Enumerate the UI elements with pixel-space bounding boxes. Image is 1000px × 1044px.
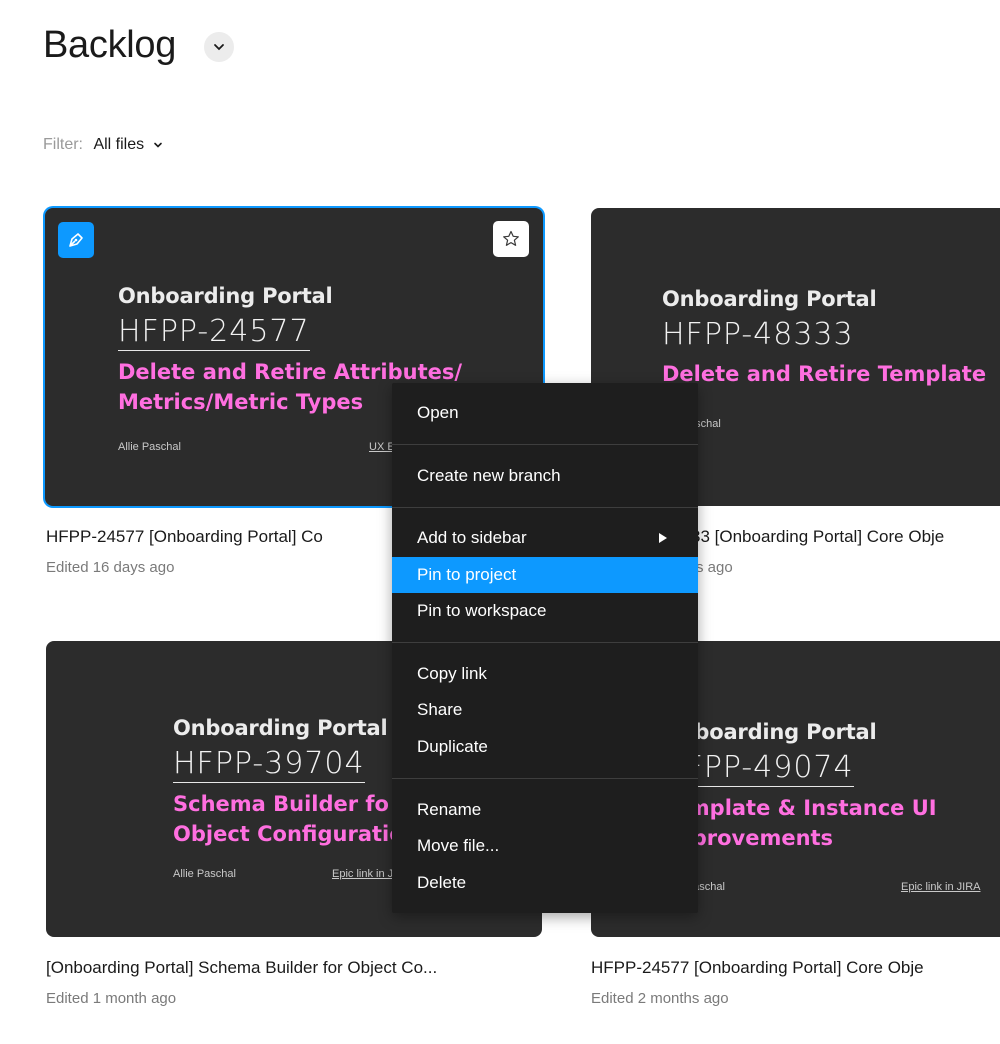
file-edited-time: Edited 16 days ago [46, 559, 175, 576]
thumbnail-description-line: Template & Instance UI [662, 796, 937, 820]
menu-item-rename[interactable]: Rename [392, 792, 698, 828]
menu-item-duplicate[interactable]: Duplicate [392, 729, 698, 765]
chevron-down-icon [214, 44, 224, 51]
thumbnail-link: Epic link in JIRA [901, 881, 981, 893]
thumbnail-ticket: HFPP-48333 [662, 317, 854, 352]
menu-item-pin-to-project[interactable]: Pin to project [392, 557, 698, 593]
thumbnail-author: Allie Paschal [173, 868, 236, 880]
thumbnail-link: UX E [369, 441, 395, 453]
thumbnail-description-line: Schema Builder fo [173, 792, 389, 816]
thumbnail-project: Onboarding Portal [173, 716, 388, 740]
menu-divider [392, 778, 698, 779]
filter-control[interactable]: Filter: All files [43, 136, 163, 154]
file-thumbnail: Onboarding Portal HFPP-48333 Delete and … [662, 287, 986, 389]
thumbnail-ticket: HFPP-39704 [173, 746, 365, 783]
thumbnail-description: Delete and Retire Template [662, 359, 986, 389]
thumbnail-description-line: Object Configuratio [173, 822, 404, 846]
file-edited-time: Edited 1 month ago [46, 990, 177, 1007]
menu-item-pin-to-workspace[interactable]: Pin to workspace [392, 593, 698, 629]
menu-divider [392, 444, 698, 445]
thumbnail-description-line: Improvements [662, 826, 834, 850]
triangle-right-icon [659, 533, 667, 543]
thumbnail-author: Allie Paschal [118, 441, 181, 453]
filter-value[interactable]: All files [93, 136, 144, 153]
thumbnail-description: Schema Builder fo Object Configuratio [173, 789, 404, 849]
file-type-badge [58, 222, 94, 258]
thumbnail-link: Epic link in J [332, 868, 394, 880]
file-name[interactable]: HFPP-24577 [Onboarding Portal] Co [46, 527, 323, 547]
menu-item-delete[interactable]: Delete [392, 865, 698, 901]
thumbnail-project: Onboarding Portal [662, 720, 877, 744]
file-thumbnail: Onboarding Portal HFPP-49074 Template & … [662, 720, 937, 853]
file-thumbnail: Onboarding Portal HFPP-39704 Schema Buil… [173, 716, 404, 849]
title-dropdown-button[interactable] [204, 32, 234, 62]
menu-item-move-file[interactable]: Move file... [392, 828, 698, 864]
page-title: Backlog [43, 24, 177, 66]
menu-item-copy-link[interactable]: Copy link [392, 656, 698, 692]
file-name[interactable]: HFPP-24577 [Onboarding Portal] Core Obje [591, 958, 924, 978]
thumbnail-project: Onboarding Portal [118, 284, 333, 308]
menu-item-open[interactable]: Open [392, 395, 698, 431]
menu-item-share[interactable]: Share [392, 692, 698, 728]
file-name[interactable]: 33 [Onboarding Portal] Core Obje [691, 527, 944, 547]
menu-divider [392, 507, 698, 508]
thumbnail-ticket: HFPP-24577 [118, 314, 310, 351]
thumbnail-project: Onboarding Portal [662, 287, 877, 311]
file-edited-time: s ago [696, 559, 733, 576]
pen-tool-icon [69, 233, 83, 247]
menu-item-label: Add to sidebar [417, 528, 527, 547]
thumbnail-description: Template & Instance UI Improvements [662, 793, 937, 853]
menu-item-add-to-sidebar[interactable]: Add to sidebar [392, 520, 698, 556]
file-edited-time: Edited 2 months ago [591, 990, 729, 1007]
favorite-button[interactable] [493, 221, 529, 257]
file-name[interactable]: [Onboarding Portal] Schema Builder for O… [46, 958, 437, 978]
filter-label: Filter: [43, 136, 83, 153]
thumbnail-description-line: Delete and Retire Template [662, 362, 987, 386]
menu-item-create-branch[interactable]: Create new branch [392, 458, 698, 494]
file-browser: Backlog Filter: All files Onboarding Por… [0, 0, 1000, 1044]
chevron-down-icon [153, 142, 162, 148]
star-icon [503, 230, 519, 246]
context-menu: Open Create new branch Add to sidebar Pi… [392, 383, 698, 913]
menu-divider [392, 642, 698, 643]
